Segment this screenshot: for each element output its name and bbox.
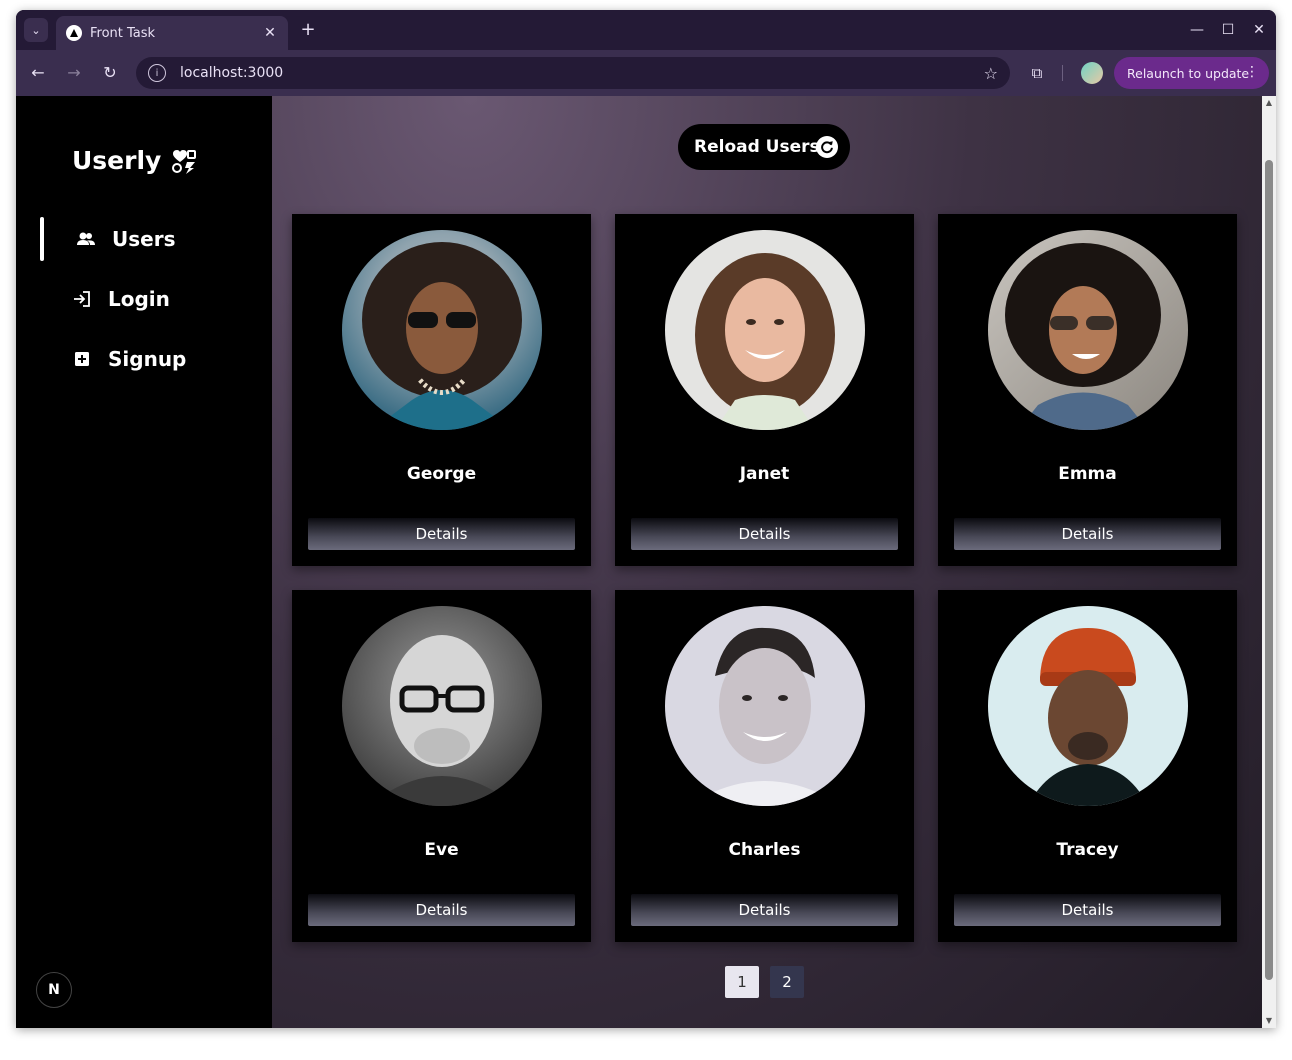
browser-window: ⌄ Front Task ✕ + — ☐ ✕ ← → ↻ i localhost… bbox=[16, 10, 1276, 1028]
address-bar[interactable]: i localhost:3000 ☆ bbox=[136, 57, 1010, 89]
user-name: Eve bbox=[424, 840, 459, 860]
user-name: Janet bbox=[739, 464, 790, 484]
user-card: George Details bbox=[292, 214, 591, 566]
logo-icon bbox=[172, 149, 197, 174]
avatar-charles bbox=[665, 606, 865, 806]
sidebar-item-login[interactable]: Login bbox=[16, 277, 272, 321]
page-button-2[interactable]: 2 bbox=[770, 966, 804, 998]
tab-close-icon[interactable]: ✕ bbox=[262, 25, 278, 41]
tab-search-button[interactable]: ⌄ bbox=[24, 18, 48, 42]
users-icon bbox=[76, 229, 96, 249]
avatar-george bbox=[342, 230, 542, 430]
avatar-janet bbox=[665, 230, 865, 430]
nextjs-devtools-badge[interactable]: N bbox=[36, 972, 72, 1008]
forward-icon[interactable]: → bbox=[63, 62, 85, 84]
details-button[interactable]: Details bbox=[631, 894, 898, 926]
reload-users-label: Reload Users bbox=[694, 137, 820, 157]
main-content: Reload Users George Details Janet Detail… bbox=[272, 96, 1262, 1028]
browser-tab[interactable]: Front Task ✕ bbox=[56, 16, 288, 50]
back-icon[interactable]: ← bbox=[27, 62, 49, 84]
logo-text: Userly bbox=[72, 146, 162, 175]
details-button[interactable]: Details bbox=[308, 894, 575, 926]
pagination: 1 2 bbox=[725, 966, 804, 998]
close-window-icon[interactable]: ✕ bbox=[1248, 20, 1270, 40]
login-icon bbox=[72, 289, 92, 309]
refresh-icon bbox=[816, 136, 838, 158]
user-name: Tracey bbox=[1056, 840, 1119, 860]
reload-page-icon[interactable]: ↻ bbox=[99, 62, 121, 84]
sidebar-item-label: Signup bbox=[108, 347, 187, 371]
menu-kebab-icon[interactable]: ⋮ bbox=[1245, 64, 1259, 80]
user-card: Eve Details bbox=[292, 590, 591, 942]
sidebar-item-label: Login bbox=[108, 287, 170, 311]
site-info-icon[interactable]: i bbox=[148, 64, 166, 82]
avatar-eve bbox=[342, 606, 542, 806]
tab-strip: ⌄ Front Task ✕ + — ☐ ✕ bbox=[16, 10, 1276, 50]
reload-users-button[interactable]: Reload Users bbox=[678, 124, 850, 170]
extensions-icon[interactable]: ⧉ bbox=[1026, 62, 1048, 84]
sidebar-item-users[interactable]: Users bbox=[16, 217, 272, 261]
details-button[interactable]: Details bbox=[954, 894, 1221, 926]
page-viewport: Userly Users Login Signup N Reload Users… bbox=[16, 96, 1276, 1028]
avatar-tracey bbox=[988, 606, 1188, 806]
scroll-down-icon[interactable]: ▼ bbox=[1262, 1014, 1276, 1028]
details-button[interactable]: Details bbox=[308, 518, 575, 550]
avatar-emma bbox=[988, 230, 1188, 430]
bookmark-star-icon[interactable]: ☆ bbox=[984, 64, 998, 83]
nextjs-favicon-icon bbox=[66, 25, 82, 41]
user-name: Charles bbox=[728, 840, 801, 860]
sidebar: Userly Users Login Signup N bbox=[16, 96, 272, 1028]
user-card: Charles Details bbox=[615, 590, 914, 942]
relaunch-button[interactable]: Relaunch to update ⋮ bbox=[1114, 57, 1269, 89]
maximize-icon[interactable]: ☐ bbox=[1217, 20, 1239, 40]
user-card: Emma Details bbox=[938, 214, 1237, 566]
page-button-1[interactable]: 1 bbox=[725, 966, 759, 998]
user-card: Tracey Details bbox=[938, 590, 1237, 942]
relaunch-label: Relaunch to update bbox=[1127, 65, 1250, 81]
user-card: Janet Details bbox=[615, 214, 914, 566]
minimize-icon[interactable]: — bbox=[1186, 20, 1208, 40]
scroll-thumb[interactable] bbox=[1265, 160, 1273, 980]
sidebar-item-signup[interactable]: Signup bbox=[16, 337, 272, 381]
app-logo[interactable]: Userly bbox=[72, 146, 197, 175]
vertical-scrollbar[interactable]: ▲ ▼ bbox=[1262, 96, 1276, 1028]
browser-toolbar: ← → ↻ i localhost:3000 ☆ ⧉ Relaunch to u… bbox=[16, 50, 1276, 96]
details-button[interactable]: Details bbox=[954, 518, 1221, 550]
new-tab-button[interactable]: + bbox=[298, 20, 318, 40]
sidebar-item-label: Users bbox=[112, 227, 176, 251]
scroll-up-icon[interactable]: ▲ bbox=[1262, 96, 1276, 110]
toolbar-divider bbox=[1062, 65, 1063, 81]
details-button[interactable]: Details bbox=[631, 518, 898, 550]
tab-title: Front Task bbox=[90, 25, 156, 41]
user-name: Emma bbox=[1058, 464, 1117, 484]
url-text[interactable]: localhost:3000 bbox=[180, 65, 984, 81]
user-name: George bbox=[406, 464, 477, 484]
plus-square-icon bbox=[72, 349, 92, 369]
profile-avatar[interactable] bbox=[1081, 62, 1103, 84]
